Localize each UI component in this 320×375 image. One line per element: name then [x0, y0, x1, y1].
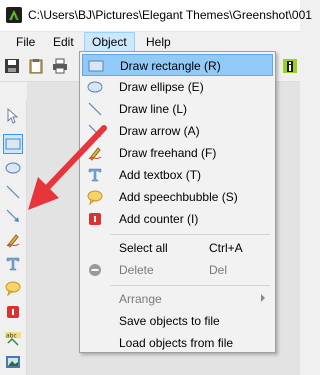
- menu-item-draw-arrow[interactable]: Draw arrow (A): [82, 120, 273, 142]
- menu-item-label: Select all: [119, 241, 168, 255]
- greenshot-app-icon: [6, 7, 22, 23]
- menu-item-arrange[interactable]: Arrange: [82, 288, 273, 310]
- menu-item-label: Draw freehand (F): [119, 146, 217, 160]
- menu-item-label: Arrange: [119, 292, 162, 306]
- counter-icon: [87, 211, 103, 227]
- menu-file[interactable]: File: [9, 32, 42, 52]
- title-bar: C:\Users\BJ\Pictures\Elegant Themes\Gree…: [0, 0, 312, 32]
- spellcheck-tool-icon[interactable]: abc: [3, 328, 23, 348]
- menu-item-shortcut: Del: [209, 263, 228, 277]
- textbox-icon: [87, 167, 103, 183]
- menu-item-shortcut: Ctrl+A: [209, 241, 243, 255]
- textbox-tool-icon[interactable]: [3, 254, 23, 274]
- ellipse-icon: [87, 79, 103, 95]
- menu-bar: File Edit Object Help: [0, 32, 300, 52]
- rectangle-icon: [88, 58, 104, 74]
- menu-item-add-counter[interactable]: Add counter (I): [82, 208, 273, 230]
- speechbubble-icon: [87, 189, 103, 205]
- menu-item-label: Draw ellipse (E): [119, 80, 204, 94]
- menu-item-label: Add counter (I): [119, 212, 199, 226]
- freehand-tool-icon[interactable]: [3, 230, 23, 250]
- submenu-arrow-icon: [261, 294, 265, 302]
- ellipse-tool-icon[interactable]: [3, 158, 23, 178]
- menu-item-label: Draw arrow (A): [119, 124, 200, 138]
- info-icon[interactable]: [282, 58, 298, 74]
- menu-item-draw-rectangle[interactable]: Draw rectangle (R): [82, 54, 273, 76]
- line-icon: [87, 101, 103, 117]
- menu-object[interactable]: Object: [84, 32, 135, 52]
- menu-item-draw-line[interactable]: Draw line (L): [82, 98, 273, 120]
- menu-item-label: Add speechbubble (S): [119, 190, 238, 204]
- cursor-icon[interactable]: [3, 106, 23, 126]
- menu-separator: [110, 285, 270, 286]
- svg-text:abc: abc: [6, 333, 17, 340]
- menu-item-label: Draw rectangle (R): [120, 59, 221, 73]
- menu-item-label: Save objects to file: [119, 314, 220, 328]
- menu-item-draw-ellipse[interactable]: Draw ellipse (E): [82, 76, 273, 98]
- menu-item-add-textbox[interactable]: Add textbox (T): [82, 164, 273, 186]
- window-title: C:\Users\BJ\Pictures\Elegant Themes\Gree…: [28, 8, 312, 22]
- menu-item-label: Load objects from file: [119, 336, 234, 350]
- image-tool-icon[interactable]: [3, 352, 23, 372]
- menu-separator: [110, 234, 270, 235]
- rectangle-tool-icon[interactable]: [3, 134, 23, 154]
- object-menu: Draw rectangle (R) Draw ellipse (E) Draw…: [79, 51, 276, 353]
- menu-item-select-all[interactable]: Select all Ctrl+A: [82, 237, 273, 259]
- speechbubble-tool-icon[interactable]: [3, 278, 23, 298]
- arrow-icon: [87, 123, 103, 139]
- menu-item-label: Add textbox (T): [119, 168, 202, 182]
- menu-item-load-objects[interactable]: Load objects from file: [82, 332, 273, 354]
- menu-item-label: Draw line (L): [119, 102, 188, 116]
- delete-icon: [87, 262, 103, 278]
- freehand-icon: [87, 145, 103, 161]
- printer-icon[interactable]: [52, 58, 68, 74]
- menu-item-save-objects[interactable]: Save objects to file: [82, 310, 273, 332]
- line-tool-icon[interactable]: [3, 182, 23, 202]
- save-icon[interactable]: [4, 58, 20, 74]
- tool-strip: abc: [0, 100, 27, 375]
- clipboard-icon[interactable]: [28, 58, 44, 74]
- menu-item-delete[interactable]: Delete Del: [82, 259, 273, 281]
- menu-edit[interactable]: Edit: [46, 32, 81, 52]
- menu-item-add-speechbubble[interactable]: Add speechbubble (S): [82, 186, 273, 208]
- menu-help[interactable]: Help: [139, 32, 178, 52]
- arrow-tool-icon[interactable]: [3, 206, 23, 226]
- menu-item-draw-freehand[interactable]: Draw freehand (F): [82, 142, 273, 164]
- counter-tool-icon[interactable]: [3, 302, 23, 322]
- menu-item-label: Delete: [119, 263, 154, 277]
